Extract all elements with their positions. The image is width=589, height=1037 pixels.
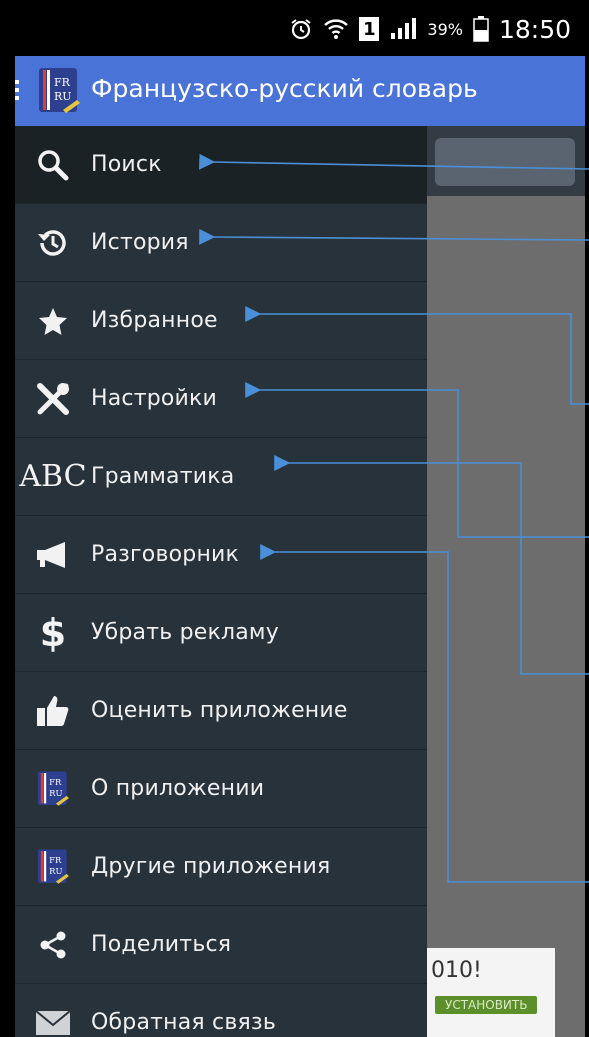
wifi-icon bbox=[324, 19, 349, 39]
menu-icon[interactable] bbox=[15, 80, 19, 100]
megaphone-icon bbox=[15, 540, 91, 570]
drawer-item-grammar[interactable]: ABC Грамматика bbox=[15, 438, 427, 516]
app-bar: FR RU Французско-русский словарь bbox=[15, 56, 585, 126]
tools-icon bbox=[15, 381, 91, 417]
ad-banner[interactable]: 010! УСТАНОВИТЬ bbox=[425, 948, 555, 1037]
clock: 18:50 bbox=[498, 14, 571, 44]
star-icon bbox=[15, 306, 91, 336]
drawer-item-label: Поиск bbox=[91, 152, 162, 177]
svg-text:RU: RU bbox=[49, 787, 62, 797]
app-logo-icon: FR RU bbox=[15, 848, 91, 886]
drawer-item-label: Избранное bbox=[91, 308, 218, 333]
signal-icon bbox=[391, 18, 417, 39]
search-icon bbox=[15, 148, 91, 182]
drawer-item-label: Оценить приложение bbox=[91, 698, 348, 723]
navigation-drawer: Поиск История Избранное Настройки ABC Гр… bbox=[15, 126, 427, 1037]
svg-text:RU: RU bbox=[54, 90, 72, 103]
svg-text:FR: FR bbox=[49, 855, 62, 865]
drawer-item-search[interactable]: Поиск bbox=[15, 126, 427, 204]
history-icon bbox=[15, 226, 91, 260]
svg-text:FR: FR bbox=[54, 76, 71, 89]
drawer-item-label: Разговорник bbox=[91, 542, 240, 567]
app-logo-icon: FR RU bbox=[15, 770, 91, 808]
drawer-item-label: Другие приложения bbox=[91, 854, 331, 879]
drawer-item-label: Обратная связь bbox=[91, 1010, 276, 1035]
svg-text:FR: FR bbox=[49, 777, 62, 787]
ad-text: 010! bbox=[431, 958, 482, 983]
dollar-icon: $ bbox=[39, 610, 67, 655]
status-bar: 1 39% 18:50 bbox=[0, 0, 589, 56]
install-button[interactable]: УСТАНОВИТЬ bbox=[435, 996, 538, 1014]
search-input[interactable] bbox=[435, 138, 575, 186]
alarm-icon bbox=[291, 19, 311, 40]
abc-icon: ABC bbox=[19, 459, 87, 494]
drawer-item-label: История bbox=[91, 230, 189, 255]
app-title: Французско-русский словарь bbox=[91, 74, 478, 103]
svg-text:RU: RU bbox=[49, 865, 62, 875]
drawer-item-label: О приложении bbox=[91, 776, 265, 801]
drawer-item-rate-app[interactable]: Оценить приложение bbox=[15, 672, 427, 750]
sim-icon: 1 bbox=[359, 17, 380, 41]
drawer-item-feedback[interactable]: Обратная связь bbox=[15, 984, 427, 1037]
drawer-item-other-apps[interactable]: FR RU Другие приложения bbox=[15, 828, 427, 906]
drawer-item-label: Грамматика bbox=[91, 464, 235, 489]
drawer-item-remove-ads[interactable]: $ Убрать рекламу bbox=[15, 594, 427, 672]
drawer-item-label: Поделиться bbox=[91, 932, 232, 957]
drawer-item-history[interactable]: История bbox=[15, 204, 427, 282]
app-logo-icon[interactable]: FR RU bbox=[37, 66, 81, 116]
status-icons: 1 39% 18:50 bbox=[289, 14, 571, 44]
drawer-item-about[interactable]: FR RU О приложении bbox=[15, 750, 427, 828]
share-icon bbox=[15, 930, 91, 960]
thumbs-up-icon bbox=[15, 694, 91, 728]
drawer-item-label: Настройки bbox=[91, 386, 218, 411]
phone-screen: FR RU Французско-русский словарь 010! УС… bbox=[15, 56, 585, 1037]
drawer-item-label: Убрать рекламу bbox=[91, 620, 279, 645]
drawer-item-share[interactable]: Поделиться bbox=[15, 906, 427, 984]
drawer-item-phrasebook[interactable]: Разговорник bbox=[15, 516, 427, 594]
drawer-item-favorites[interactable]: Избранное bbox=[15, 282, 427, 360]
battery-icon bbox=[473, 16, 489, 42]
mail-icon bbox=[15, 1009, 91, 1036]
drawer-item-settings[interactable]: Настройки bbox=[15, 360, 427, 438]
battery-percent: 39% bbox=[427, 19, 463, 39]
